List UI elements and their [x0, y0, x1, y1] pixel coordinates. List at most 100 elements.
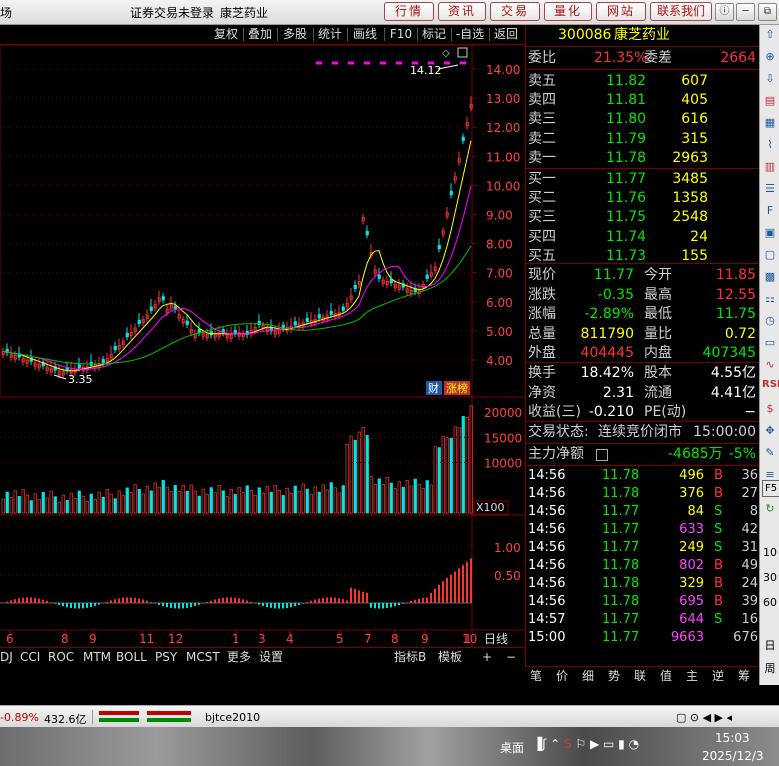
ask-row[interactable]: 卖五 11.82 607	[528, 72, 758, 91]
ask-row[interactable]: 卖四 11.81 405	[528, 91, 758, 110]
tab-detail[interactable]: 细	[577, 667, 599, 685]
toolbar-stats-button[interactable]: 统计	[315, 26, 345, 43]
refresh-icon[interactable]: ↻	[762, 501, 778, 516]
clock-time[interactable]: 15:03	[715, 731, 750, 745]
bid-row[interactable]: 买二 11.76 1358	[528, 189, 758, 208]
tab-price[interactable]: 价	[551, 667, 573, 685]
pencil-icon[interactable]: ✎	[762, 445, 778, 460]
kline-chart[interactable]: 14.0013.0012.0011.0010.009.008.007.006.0…	[0, 45, 524, 647]
indicator-tab-mtm[interactable]: MTM	[83, 649, 111, 665]
tick-row[interactable]: 14:56 11.77 84 S 8	[528, 503, 758, 521]
indicator-settings-button[interactable]: 设置	[259, 649, 283, 665]
nav-quant-button[interactable]: 量化	[544, 2, 592, 21]
f10-icon[interactable]: F	[762, 203, 778, 218]
indicator-tab-dj[interactable]: DJ	[0, 649, 13, 665]
period-10-label[interactable]: 10	[762, 545, 778, 560]
toolbar-f10-button[interactable]: F10	[387, 26, 415, 43]
nav-website-button[interactable]: 网站	[596, 2, 646, 21]
window-toggle-icon[interactable]	[457, 47, 468, 58]
flow-chart-icon[interactable]	[596, 449, 608, 461]
report-icon[interactable]: ▤	[762, 93, 778, 108]
restore-icon[interactable]: ⧉	[758, 3, 777, 21]
main-flow-row[interactable]: 主力净额 -4685万 -5%	[528, 445, 758, 464]
toolbar-multi-stock-button[interactable]: 多股	[280, 26, 310, 43]
bid-row[interactable]: 买四 11.74 24	[528, 228, 758, 247]
search-icon[interactable]: ⊕	[762, 49, 778, 64]
desktop-toolbar[interactable]: 桌面	[500, 739, 524, 756]
toolbar-adjust-button[interactable]: 复权	[211, 26, 241, 43]
tray-area[interactable]: ▐ʃ ⌃ S ⚐ ▶ ▭ ▮ ◔	[533, 737, 639, 751]
calendar-icon[interactable]: ▢	[762, 247, 778, 262]
toolbar-overlay-button[interactable]: 叠加	[245, 26, 275, 43]
tab-main[interactable]: 主	[681, 667, 703, 685]
nav-contact-button[interactable]: 联系我们	[650, 2, 712, 21]
tick-row[interactable]: 14:56 11.78 376 B 27	[528, 485, 758, 503]
tab-value[interactable]: 值	[655, 667, 677, 685]
tick-row[interactable]: 15:00 11.77 9663 676	[528, 629, 758, 647]
period-30-label[interactable]: 30	[762, 570, 778, 585]
ask-row[interactable]: 卖三 11.80 616	[528, 110, 758, 129]
indicator-more-button[interactable]: 更多	[227, 649, 251, 665]
period-label[interactable]: 日线	[484, 632, 508, 646]
up-arrow-icon[interactable]: ⇧	[762, 27, 778, 42]
window-icon[interactable]: ▭	[762, 335, 778, 350]
zoom-out-button[interactable]: −	[506, 649, 516, 665]
period-day-label[interactable]: 日	[762, 638, 778, 653]
clock-icon[interactable]: ◷	[762, 313, 778, 328]
toolbar-mark-button[interactable]: 标记	[419, 26, 449, 43]
refresh-key-label[interactable]: F5	[762, 480, 779, 497]
period-week-label[interactable]: 周	[762, 661, 778, 676]
compare-icon[interactable]: ⚏	[762, 291, 778, 306]
tick-row[interactable]: 14:57 11.77 644 S 16	[528, 611, 758, 629]
toolbar-draw-button[interactable]: 画线	[350, 26, 380, 43]
tray-icons[interactable]: ▢ ⊙ ◀ ▶ ◂	[676, 711, 732, 724]
tick-row[interactable]: 14:56 11.78 695 B 39	[528, 593, 758, 611]
list-icon[interactable]: ☰	[762, 181, 778, 196]
indicator-tab-psy[interactable]: PSY	[155, 649, 177, 665]
clock-date[interactable]: 2025/12/3	[702, 749, 764, 763]
nav-quotes-button[interactable]: 行情	[384, 2, 434, 21]
gainers-badge[interactable]: 涨榜	[446, 381, 468, 395]
indicator-tab-boll[interactable]: BOLL	[116, 649, 147, 665]
tab-reverse[interactable]: 逆	[707, 667, 729, 685]
move-icon[interactable]: ✥	[762, 423, 778, 438]
grid-icon[interactable]: ▩	[762, 269, 778, 284]
diamond-icon[interactable]: ◇	[442, 48, 450, 59]
toolbar-back-button[interactable]: 返回	[491, 26, 521, 43]
minimize-icon[interactable]: ─	[736, 3, 755, 21]
doc-icon[interactable]: ▣	[762, 225, 778, 240]
indicator-tab-mcst[interactable]: MCST	[186, 649, 220, 665]
finance-badge[interactable]: 财	[428, 381, 439, 395]
zoom-in-button[interactable]: +	[482, 649, 492, 665]
table-icon[interactable]: ▦	[762, 115, 778, 130]
bid-row[interactable]: 买三 11.75 2548	[528, 208, 758, 227]
indicator-tab-cci[interactable]: CCI	[20, 649, 40, 665]
down-arrow-icon[interactable]: ⇩	[762, 71, 778, 86]
tick-row[interactable]: 14:56 11.78 802 B 49	[528, 557, 758, 575]
ask-row[interactable]: 卖一 11.78 2963	[528, 149, 758, 168]
info-icon[interactable]: ⓘ	[715, 3, 734, 21]
bid-row[interactable]: 买一 11.77 3485	[528, 170, 758, 189]
indicator-b-button[interactable]: 指标B	[394, 649, 426, 665]
tab-linked[interactable]: 联	[629, 667, 651, 685]
rsi-label[interactable]: RSI	[762, 377, 779, 392]
kline-icon[interactable]: ▥	[762, 159, 778, 174]
tick-row[interactable]: 14:56 11.77 249 S 31	[528, 539, 758, 557]
indicator-tab-roc[interactable]: ROC	[48, 649, 74, 665]
nav-trade-button[interactable]: 交易	[490, 2, 540, 21]
wave-icon[interactable]: ∿	[762, 357, 778, 372]
line-chart-icon[interactable]: ⌇	[762, 137, 778, 152]
period-60-label[interactable]: 60	[762, 595, 778, 610]
tab-trades[interactable]: 笔	[525, 667, 547, 685]
nav-news-button[interactable]: 资讯	[438, 2, 486, 21]
tick-row[interactable]: 14:56 11.78 329 B 24	[528, 575, 758, 593]
ask-row[interactable]: 卖二 11.79 315	[528, 130, 758, 149]
tab-trend[interactable]: 势	[603, 667, 625, 685]
template-button[interactable]: 模板	[438, 649, 462, 665]
tab-chips[interactable]: 筹	[733, 667, 755, 685]
tick-row[interactable]: 14:56 11.78 496 B 36	[528, 467, 758, 485]
dollar-icon[interactable]: $	[762, 401, 778, 416]
tick-row[interactable]: 14:56 11.77 633 S 42	[528, 521, 758, 539]
period-month-label[interactable]: 月	[762, 684, 778, 699]
toolbar-remove-watch-button[interactable]: -自选	[453, 26, 487, 43]
